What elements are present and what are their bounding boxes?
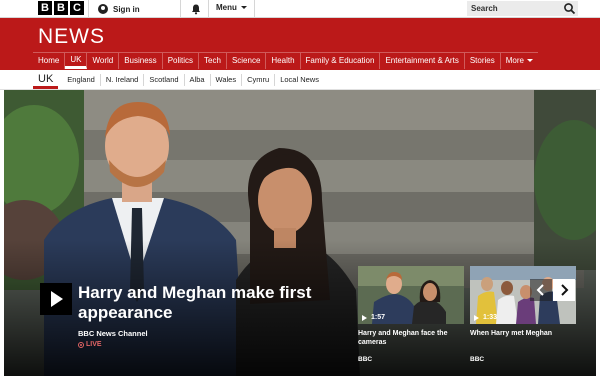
search-input[interactable] (467, 1, 562, 16)
nav-item-family-education[interactable]: Family & Education (301, 53, 381, 69)
top-bar: B B C Sign in Menu (0, 0, 600, 18)
search-box (467, 1, 578, 16)
subnav-item-wales[interactable]: Wales (209, 74, 242, 86)
subnav-item-cymru[interactable]: Cymru (241, 74, 274, 86)
user-icon (98, 4, 108, 14)
menu-label: Menu (216, 3, 237, 12)
video-card[interactable]: 1:57 Harry and Meghan face the cameras B… (358, 266, 464, 363)
play-button[interactable] (40, 283, 72, 315)
news-logo[interactable]: NEWS (38, 25, 105, 49)
divider (180, 0, 181, 18)
nav-item-world[interactable]: World (87, 53, 120, 69)
chevron-left-icon (536, 284, 544, 296)
nav-item-science[interactable]: Science (227, 53, 267, 69)
nav-item-home[interactable]: Home (33, 53, 66, 69)
hero-video[interactable]: Harry and Meghan make first appearance B… (4, 90, 596, 376)
subnav-item-local-news[interactable]: Local News (274, 74, 324, 86)
subnav-item-scotland[interactable]: Scotland (143, 74, 183, 86)
video-thumbnail: 1:57 (358, 266, 464, 324)
sub-nav: UK England N. Ireland Scotland Alba Wale… (0, 70, 600, 90)
nav-item-business[interactable]: Business (119, 53, 163, 69)
divider (88, 0, 89, 18)
chevron-down-icon (240, 6, 247, 9)
live-icon (78, 341, 84, 348)
carousel-next-button[interactable] (553, 279, 575, 301)
divider (254, 0, 255, 18)
nav-item-politics[interactable]: Politics (163, 53, 200, 69)
bbc-logo-block: B (54, 1, 68, 15)
nav-more-label: More (505, 56, 524, 65)
chevron-down-icon (526, 59, 533, 63)
main-nav: Home UK World Business Politics Tech Sci… (33, 52, 538, 69)
chevron-right-icon (561, 284, 569, 296)
hero-source: BBC News Channel (78, 329, 148, 338)
search-icon[interactable] (563, 2, 576, 15)
live-badge: LIVE (78, 341, 102, 348)
nav-item-more[interactable]: More (501, 53, 538, 69)
bbc-logo-block: B (38, 1, 52, 15)
menu-button[interactable]: Menu (216, 3, 247, 12)
duration-label: 1:57 (371, 314, 386, 321)
video-duration: 1:57 (362, 314, 385, 321)
subnav-current-section[interactable]: UK (33, 72, 59, 89)
play-icon (474, 314, 479, 321)
play-icon (362, 314, 367, 321)
hero-headline[interactable]: Harry and Meghan make first appearance (78, 283, 348, 323)
video-card-source: BBC (470, 356, 485, 363)
subnav-item-england[interactable]: England (62, 74, 100, 86)
bbc-logo-block: C (70, 1, 84, 15)
video-card-title[interactable]: When Harry met Meghan (470, 329, 576, 338)
live-label: LIVE (86, 341, 102, 348)
nav-item-uk[interactable]: UK (65, 53, 88, 69)
video-card-source: BBC (358, 356, 373, 363)
subnav-item-n-ireland[interactable]: N. Ireland (99, 74, 144, 86)
video-card[interactable]: 1:33 When Harry met Meghan BBC (470, 266, 576, 363)
bbc-logo[interactable]: B B C (38, 1, 84, 15)
sign-in-link[interactable]: Sign in (98, 2, 140, 16)
subnav-item-alba[interactable]: Alba (183, 74, 210, 86)
nav-item-entertainment-arts[interactable]: Entertainment & Arts (380, 53, 465, 69)
duration-label: 1:33 (483, 314, 498, 321)
video-card-title[interactable]: Harry and Meghan face the cameras (358, 329, 464, 347)
carousel-previous-button[interactable] (530, 279, 552, 301)
sign-in-label: Sign in (113, 4, 140, 14)
nav-item-stories[interactable]: Stories (465, 53, 501, 69)
nav-item-health[interactable]: Health (266, 53, 301, 69)
nav-item-tech[interactable]: Tech (199, 53, 227, 69)
divider (208, 0, 209, 18)
bell-icon[interactable] (190, 3, 202, 15)
video-duration: 1:33 (474, 314, 497, 321)
